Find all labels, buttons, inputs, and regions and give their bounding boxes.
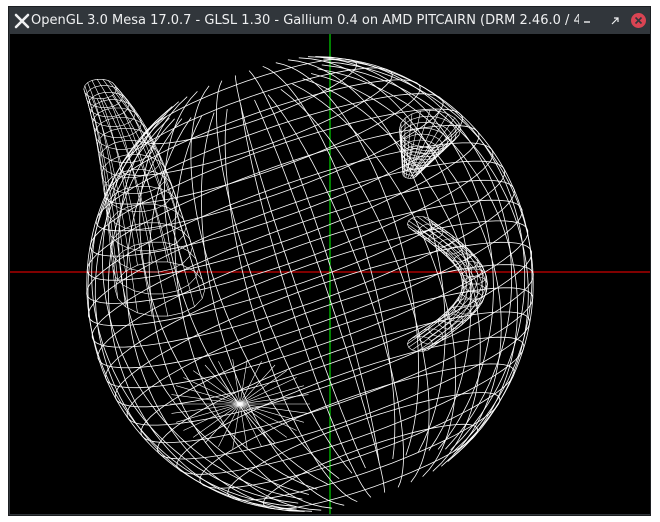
title-bar[interactable]: OpenGL 3.0 Mesa 17.0.7 - GLSL 1.30 - Gal… (9, 7, 650, 34)
maximize-button[interactable] (606, 12, 623, 29)
x-logo-icon[interactable] (13, 12, 31, 30)
gl-window: OpenGL 3.0 Mesa 17.0.7 - GLSL 1.30 - Gal… (8, 6, 651, 516)
opengl-viewport[interactable] (10, 34, 650, 514)
minimize-icon (583, 20, 590, 23)
teapot-wireframe (10, 34, 650, 514)
close-button[interactable] (630, 12, 647, 29)
close-icon (631, 13, 646, 28)
window-title: OpenGL 3.0 Mesa 17.0.7 - GLSL 1.30 - Gal… (31, 13, 579, 28)
minimize-button[interactable] (578, 12, 595, 29)
restore-icon (611, 16, 619, 24)
wireframe-mesh (83, 56, 534, 512)
